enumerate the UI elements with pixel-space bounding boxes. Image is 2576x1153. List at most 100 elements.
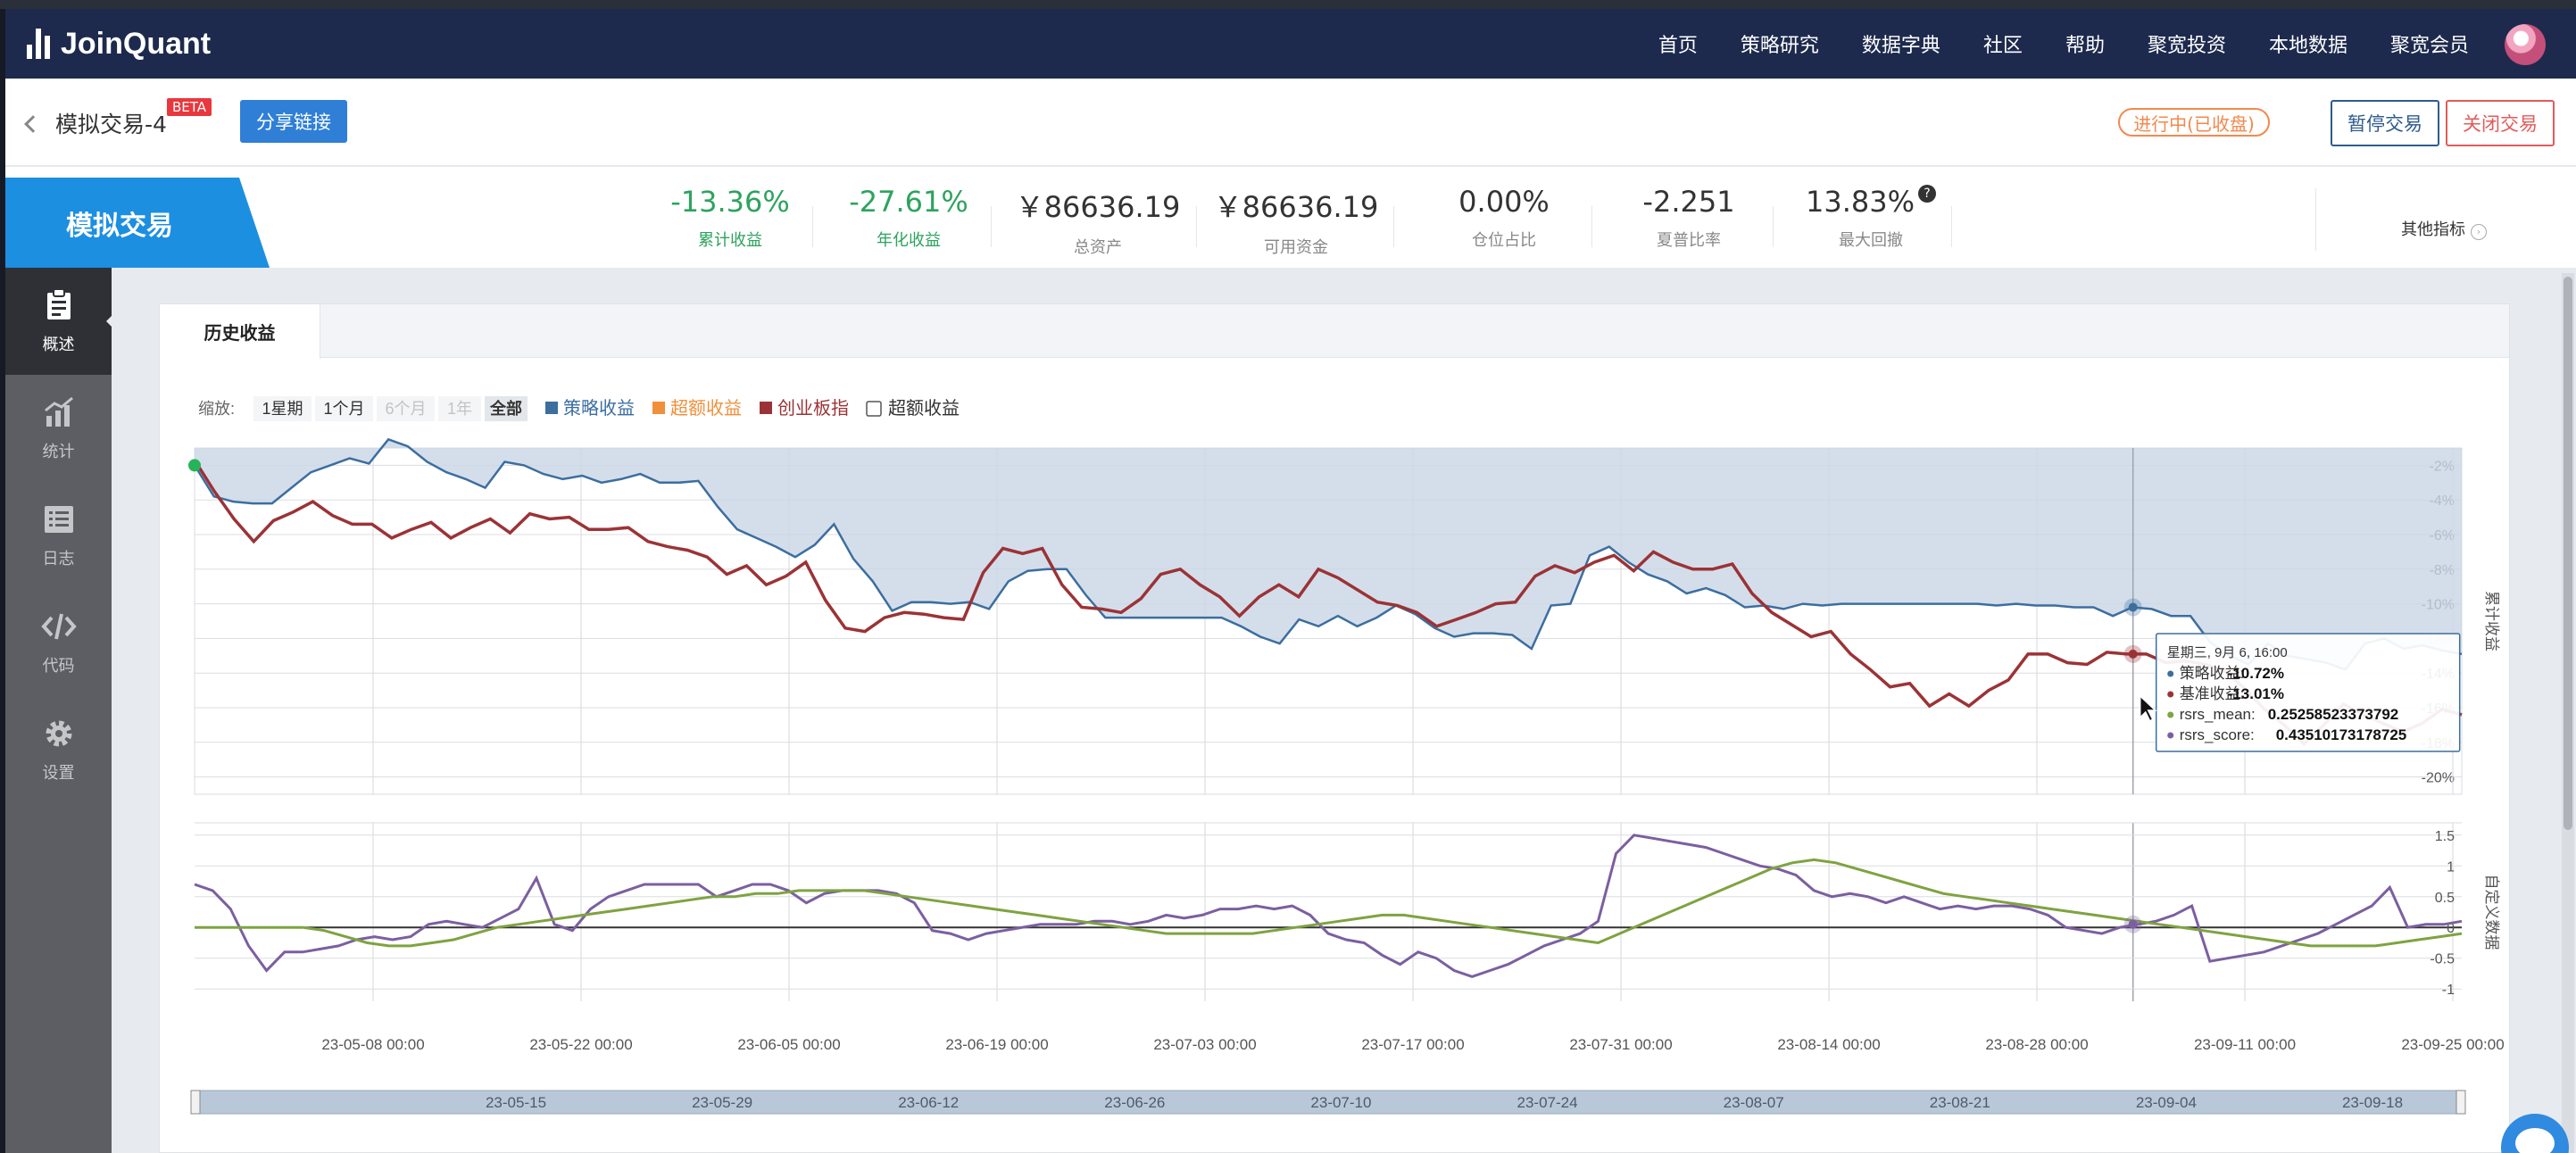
x-tick-label: 23-09-11 00:00 xyxy=(2194,1036,2296,1053)
navigator-label: 23-07-10 xyxy=(1310,1094,1371,1111)
stat-value: -13.36% xyxy=(670,185,790,219)
logo-icon xyxy=(27,29,50,59)
stats-bar: 模拟交易 -13.36% 累计收益 -27.61% 年化收益 ￥86636.19 总资… xyxy=(5,167,2576,268)
top-nav: JoinQuant 首页 策略研究 数据字典 社区 帮助 聚宽投资 本地数据 聚… xyxy=(5,9,2576,79)
stat-label: 最大回撤 xyxy=(1839,231,1903,250)
navigator-handle-left[interactable] xyxy=(190,1090,201,1115)
stat-value: 0.00% xyxy=(1458,185,1550,219)
tooltip-row-value: -13.01% xyxy=(2228,685,2284,702)
series-line-rsrs_score xyxy=(194,834,2463,978)
navigator-label: 23-08-07 xyxy=(1724,1094,1784,1111)
returns-chart[interactable]: 缩放:1星期1个月6个月1年全部策略收益超额收益创业板指超额收益-2%-4%-6… xyxy=(159,303,2510,1153)
sidebar-item-statistics[interactable]: 统计 xyxy=(5,375,112,482)
x-tick-label: 23-09-25 00:00 xyxy=(2401,1036,2504,1053)
stat-label: 总资产 xyxy=(1074,238,1122,257)
nav-item-membership[interactable]: 聚宽会员 xyxy=(2390,29,2469,58)
stat-sharpe-ratio: -2.251 夏普比率 xyxy=(1600,185,1778,251)
nav-item-community[interactable]: 社区 xyxy=(1983,29,2023,58)
main-y-axis-label: 累计收益 xyxy=(2483,591,2500,651)
help-icon[interactable]: ? xyxy=(1918,185,1936,203)
hover-marker xyxy=(2128,649,2138,659)
legend-swatch xyxy=(545,402,558,414)
nav-item-help[interactable]: 帮助 xyxy=(2065,29,2105,58)
scrollbar-thumb[interactable] xyxy=(2564,277,2572,830)
tooltip-row-value: 0.43510173178725 xyxy=(2276,726,2407,743)
nav-item-data-dictionary[interactable]: 数据字典 xyxy=(1862,29,1940,58)
range-button-label[interactable]: 1个月 xyxy=(323,400,364,418)
y-tick-label: -1 xyxy=(2442,983,2455,998)
divider xyxy=(2315,188,2316,251)
sidebar-item-label: 统计 xyxy=(42,443,75,461)
sidebar-item-label: 概述 xyxy=(42,336,75,354)
stat-available-cash: ￥86636.19 可用资金 xyxy=(1207,185,1385,258)
x-tick-label: 23-05-22 00:00 xyxy=(529,1036,632,1053)
navigator-handle-right[interactable] xyxy=(2456,1090,2466,1115)
app-window: JoinQuant 首页 策略研究 数据字典 社区 帮助 聚宽投资 本地数据 聚… xyxy=(5,9,2576,1153)
nav-item-research[interactable]: 策略研究 xyxy=(1741,29,1819,58)
divider xyxy=(812,206,813,247)
nav-item-invest[interactable]: 聚宽投资 xyxy=(2148,29,2226,58)
nav-item-home[interactable]: 首页 xyxy=(1658,29,1698,58)
clipboard-icon xyxy=(46,288,71,319)
legend-item[interactable]: 创业板指 xyxy=(777,398,849,419)
y-tick-label: -0.5 xyxy=(2430,952,2455,967)
close-trading-button[interactable]: 关闭交易 xyxy=(2446,100,2555,146)
x-tick-label: 23-07-03 00:00 xyxy=(1153,1036,1256,1053)
stat-label: 年化收益 xyxy=(877,231,941,250)
back-arrow-icon[interactable] xyxy=(24,115,42,133)
pause-trading-button[interactable]: 暂停交易 xyxy=(2331,100,2439,146)
stat-annual-return: -27.61% 年化收益 xyxy=(819,185,998,251)
tooltip-dot xyxy=(2167,670,2174,677)
legend-item[interactable]: 超额收益 xyxy=(670,398,742,419)
stat-label: 仓位占比 xyxy=(1472,231,1536,250)
range-button-label[interactable]: 6个月 xyxy=(385,400,426,418)
nav-item-local-data[interactable]: 本地数据 xyxy=(2269,29,2347,58)
divider xyxy=(1591,206,1592,247)
navigator-label: 23-07-24 xyxy=(1517,1094,1578,1111)
x-tick-label: 23-08-14 00:00 xyxy=(1777,1036,1880,1053)
logo[interactable]: JoinQuant xyxy=(27,25,211,62)
x-tick-label: 23-06-05 00:00 xyxy=(737,1036,840,1053)
x-tick-label: 23-08-28 00:00 xyxy=(1985,1036,2088,1053)
mode-tab[interactable]: 模拟交易 xyxy=(5,178,270,268)
range-button-label[interactable]: 1年 xyxy=(447,400,472,418)
chat-support-button[interactable] xyxy=(2501,1114,2569,1153)
stat-label: 夏普比率 xyxy=(1657,231,1721,250)
legend-item[interactable]: 策略收益 xyxy=(563,398,635,419)
sidebar-item-overview[interactable]: 概述 xyxy=(5,268,115,375)
hover-marker xyxy=(2128,919,2138,929)
excess-return-checkbox[interactable] xyxy=(866,401,882,417)
range-button-label[interactable]: 全部 xyxy=(489,399,522,418)
x-tick-label: 23-07-31 00:00 xyxy=(1569,1036,1672,1053)
page-title: 模拟交易-4 xyxy=(55,112,167,137)
navigator-label: 23-05-15 xyxy=(486,1094,546,1111)
divider xyxy=(991,206,992,247)
strategy-header: 模拟交易-4 BETA 分享链接 进行中(已收盘) 暂停交易 关闭交易 xyxy=(5,79,2576,166)
sidebar-item-logs[interactable]: 日志 xyxy=(5,482,112,589)
active-indicator xyxy=(106,312,115,330)
y-tick-label: 1.5 xyxy=(2435,829,2455,844)
legend-swatch xyxy=(652,402,665,414)
avatar[interactable] xyxy=(2505,24,2546,65)
sidebar-item-code[interactable]: 代码 xyxy=(5,589,112,696)
divider xyxy=(1393,206,1394,247)
stat-label: 可用资金 xyxy=(1264,238,1328,257)
sidebar-item-label: 代码 xyxy=(42,657,75,676)
stat-value: -27.61% xyxy=(849,185,968,219)
tooltip-title: 星期三, 9月 6, 16:00 xyxy=(2167,645,2288,660)
navigator-label: 23-06-12 xyxy=(898,1094,959,1111)
stat-max-drawdown: 13.83%? 最大回撤 xyxy=(1782,185,1960,251)
tooltip-row-value: 0.25258523373792 xyxy=(2268,706,2399,723)
share-link-button[interactable]: 分享链接 xyxy=(240,100,347,143)
navigator-label: 23-09-18 xyxy=(2342,1094,2403,1111)
other-metrics-link[interactable]: 其他指标 › xyxy=(2401,217,2487,240)
bar-chart-icon xyxy=(44,396,73,427)
range-button-label[interactable]: 1星期 xyxy=(262,400,303,418)
sub-y-axis-label: 自定义数据 xyxy=(2483,875,2500,950)
x-tick-label: 23-07-17 00:00 xyxy=(1361,1036,1464,1053)
tooltip-dot xyxy=(2167,691,2174,698)
x-tick-label: 23-05-08 00:00 xyxy=(321,1036,424,1053)
sidebar-item-settings[interactable]: 设置 xyxy=(5,696,112,803)
sidebar: 概述 统计 日志 代码 设置 xyxy=(5,268,115,1153)
stat-value: 13.83% xyxy=(1805,185,1915,219)
